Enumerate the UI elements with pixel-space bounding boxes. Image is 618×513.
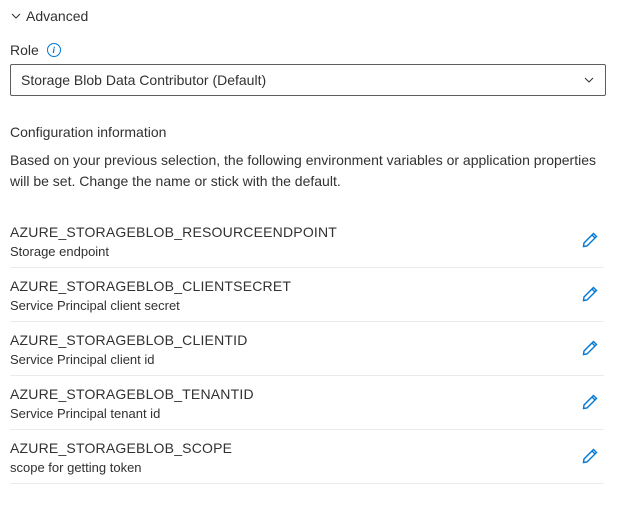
info-icon[interactable]: i: [47, 43, 61, 57]
pencil-icon: [581, 339, 599, 360]
config-list: AZURE_STORAGEBLOB_RESOURCEENDPOINT Stora…: [10, 214, 604, 484]
edit-button[interactable]: [576, 390, 604, 418]
config-description: Based on your previous selection, the fo…: [10, 150, 600, 192]
config-item-desc: Service Principal client id: [10, 352, 248, 367]
config-item-desc: Storage endpoint: [10, 244, 337, 259]
config-row: AZURE_STORAGEBLOB_SCOPE scope for gettin…: [10, 430, 604, 484]
config-item-desc: Service Principal client secret: [10, 298, 291, 313]
config-row: AZURE_STORAGEBLOB_CLIENTID Service Princ…: [10, 322, 604, 376]
pencil-icon: [581, 447, 599, 468]
advanced-label: Advanced: [26, 8, 88, 24]
role-label: Role: [10, 42, 39, 58]
config-item-name: AZURE_STORAGEBLOB_SCOPE: [10, 440, 232, 456]
config-item-name: AZURE_STORAGEBLOB_TENANTID: [10, 386, 254, 402]
pencil-icon: [581, 393, 599, 414]
config-row: AZURE_STORAGEBLOB_CLIENTSECRET Service P…: [10, 268, 604, 322]
pencil-icon: [581, 285, 599, 306]
config-item-name: AZURE_STORAGEBLOB_CLIENTSECRET: [10, 278, 291, 294]
config-row: AZURE_STORAGEBLOB_RESOURCEENDPOINT Stora…: [10, 214, 604, 268]
edit-button[interactable]: [576, 228, 604, 256]
edit-button[interactable]: [576, 336, 604, 364]
edit-button[interactable]: [576, 444, 604, 472]
config-item-name: AZURE_STORAGEBLOB_RESOURCEENDPOINT: [10, 224, 337, 240]
advanced-section-toggle[interactable]: Advanced: [10, 8, 608, 24]
edit-button[interactable]: [576, 282, 604, 310]
chevron-down-icon: [583, 74, 595, 86]
chevron-down-icon: [10, 10, 22, 22]
config-item-desc: Service Principal tenant id: [10, 406, 254, 421]
config-row: AZURE_STORAGEBLOB_TENANTID Service Princ…: [10, 376, 604, 430]
config-title: Configuration information: [10, 124, 608, 140]
config-item-name: AZURE_STORAGEBLOB_CLIENTID: [10, 332, 248, 348]
pencil-icon: [581, 231, 599, 252]
role-label-row: Role i: [10, 42, 608, 58]
role-select[interactable]: Storage Blob Data Contributor (Default): [10, 64, 606, 96]
role-select-value: Storage Blob Data Contributor (Default): [21, 72, 266, 88]
config-item-desc: scope for getting token: [10, 460, 232, 475]
